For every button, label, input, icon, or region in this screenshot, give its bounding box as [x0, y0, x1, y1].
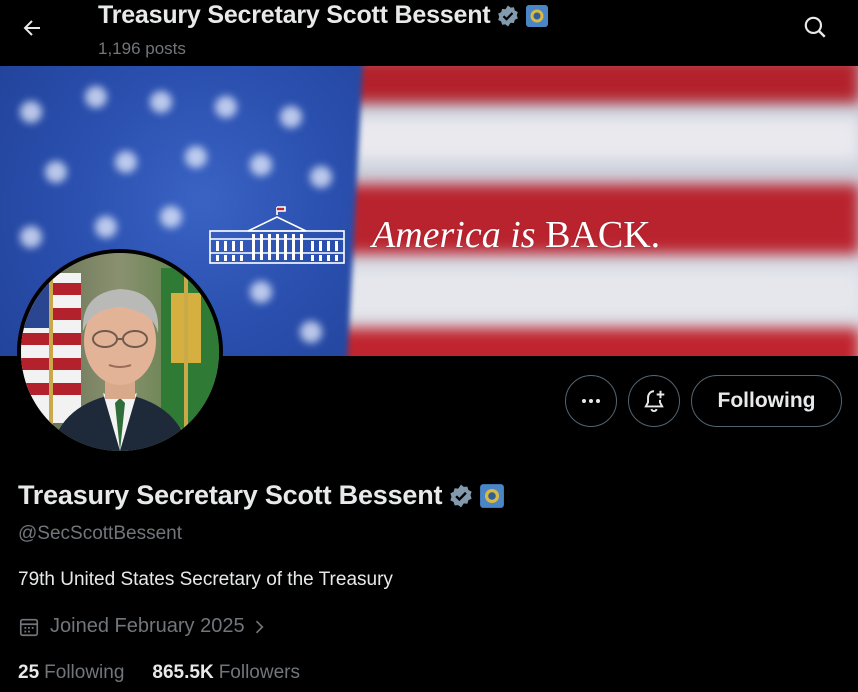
notifications-button[interactable] [628, 375, 680, 427]
banner-tagline: America is BACK. [372, 213, 660, 257]
top-bar: Treasury Secretary Scott Bessent 1,196 p… [0, 0, 858, 66]
profile-handle: @SecScottBessent [18, 523, 182, 544]
banner-star [215, 96, 237, 118]
verified-badge-icon[interactable] [448, 483, 474, 509]
search-button[interactable] [797, 9, 833, 45]
header-title-row: Treasury Secretary Scott Bessent [98, 1, 549, 30]
banner-message: America is BACK. [208, 203, 660, 267]
banner-stripe [300, 328, 858, 356]
followers-label: Followers [218, 662, 300, 683]
banner-star [250, 281, 272, 303]
banner-stripe [300, 66, 858, 103]
back-button[interactable] [14, 10, 50, 46]
following-stat-link[interactable]: 25 Following [18, 662, 124, 684]
banner-star [45, 161, 67, 183]
profile-stats: 25 Following 865.5K Followers [18, 662, 300, 684]
calendar-icon [19, 618, 39, 636]
banner-star [85, 86, 107, 108]
more-horizontal-icon [582, 399, 600, 403]
banner-tagline-caps: BACK. [545, 214, 661, 256]
government-badge-icon[interactable] [525, 4, 549, 28]
followers-count: 865.5K [152, 662, 214, 683]
display-name: Treasury Secretary Scott Bessent [18, 480, 443, 510]
banner-star [185, 146, 207, 168]
banner-star [95, 216, 117, 238]
joined-date[interactable]: Joined February 2025 [18, 615, 269, 638]
banner-star [20, 226, 42, 248]
bell-plus-icon [644, 390, 665, 413]
banner-star [160, 206, 182, 228]
following-label: Following [44, 662, 125, 683]
following-count: 25 [18, 662, 40, 683]
more-options-button[interactable] [565, 375, 617, 427]
banner-star [300, 321, 322, 343]
banner-star [310, 166, 332, 188]
profile-bio: 79th United States Secretary of the Trea… [18, 569, 393, 590]
banner-star [20, 101, 42, 123]
banner-stripe [300, 271, 858, 316]
arrow-left-icon [23, 20, 40, 36]
banner-star [150, 91, 172, 113]
chevron-right-icon [255, 620, 264, 633]
banner-star [250, 154, 272, 176]
verified-badge-icon[interactable] [496, 4, 520, 28]
following-button[interactable]: Following [691, 375, 842, 427]
banner-star [115, 151, 137, 173]
white-house-logo-icon [209, 206, 345, 264]
profile-name-row: Treasury Secretary Scott Bessent [18, 480, 505, 511]
header-title: Treasury Secretary Scott Bessent [98, 1, 491, 29]
banner-stripe [300, 116, 858, 161]
search-icon [804, 16, 826, 38]
banner-star [280, 106, 302, 128]
followers-stat-link[interactable]: 865.5K Followers [152, 662, 300, 684]
joined-date-text: Joined February 2025 [50, 615, 245, 637]
posts-count: 1,196 posts [98, 39, 186, 58]
banner-tagline-italic: America is [372, 214, 536, 256]
government-badge-icon[interactable] [479, 483, 505, 509]
profile-avatar[interactable] [17, 249, 223, 455]
